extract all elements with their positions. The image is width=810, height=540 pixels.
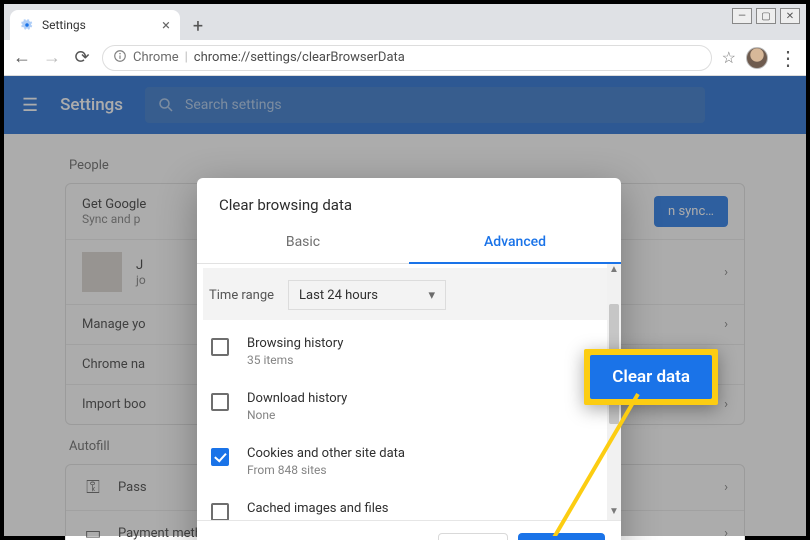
bookmark-star-icon[interactable]: ☆ bbox=[722, 48, 736, 67]
option-sub: None bbox=[247, 408, 347, 422]
checkbox[interactable] bbox=[211, 338, 229, 356]
new-tab-button[interactable]: + bbox=[184, 12, 212, 40]
chevron-down-icon: ▾ bbox=[429, 288, 436, 303]
time-range-select[interactable]: Last 24 hours ▾ bbox=[288, 280, 446, 310]
clear-data-option[interactable]: Download history None bbox=[205, 379, 613, 434]
window-maximize-button[interactable]: ▢ bbox=[756, 8, 776, 24]
browser-menu-icon[interactable]: ⋮ bbox=[778, 53, 798, 63]
scroll-down-icon[interactable]: ▼ bbox=[607, 506, 621, 520]
tab-advanced[interactable]: Advanced bbox=[409, 224, 621, 264]
profile-avatar[interactable] bbox=[746, 47, 768, 69]
browser-tab-settings[interactable]: Settings × bbox=[10, 10, 180, 40]
close-icon[interactable]: × bbox=[162, 16, 170, 34]
option-title: Browsing history bbox=[247, 336, 343, 351]
url-scheme-label: Chrome bbox=[133, 50, 179, 65]
option-sub: Less than 51.1 MB bbox=[247, 518, 388, 520]
url-path: chrome://settings/clearBrowserData bbox=[194, 50, 405, 65]
clear-data-button[interactable]: Clear data bbox=[518, 533, 605, 540]
option-sub: 35 items bbox=[247, 353, 343, 367]
cancel-button[interactable]: Cancel bbox=[438, 533, 508, 540]
option-title: Download history bbox=[247, 391, 347, 406]
clear-data-callout: Clear data bbox=[584, 349, 718, 405]
address-bar: ← → ⟳ Chrome | chrome://settings/clearBr… bbox=[4, 40, 806, 76]
tab-strip: Settings × + bbox=[4, 4, 806, 40]
window-minimize-button[interactable]: — bbox=[732, 8, 752, 24]
checkbox[interactable] bbox=[211, 503, 229, 520]
option-sub: From 848 sites bbox=[247, 463, 405, 477]
clear-data-option[interactable]: Cookies and other site data From 848 site… bbox=[205, 434, 613, 489]
reload-button[interactable]: ⟳ bbox=[72, 47, 92, 68]
gear-icon bbox=[20, 18, 34, 32]
back-button[interactable]: ← bbox=[12, 47, 32, 68]
option-title: Cached images and files bbox=[247, 501, 388, 516]
scroll-up-icon[interactable]: ▲ bbox=[607, 264, 621, 278]
omnibox[interactable]: Chrome | chrome://settings/clearBrowserD… bbox=[102, 45, 712, 71]
checkbox[interactable] bbox=[211, 448, 229, 466]
option-title: Cookies and other site data bbox=[247, 446, 405, 461]
time-range-label: Time range bbox=[205, 288, 274, 303]
time-range-value: Last 24 hours bbox=[299, 288, 378, 303]
forward-button: → bbox=[42, 47, 62, 68]
tab-basic[interactable]: Basic bbox=[197, 224, 409, 264]
clear-data-option[interactable]: Browsing history 35 items bbox=[205, 324, 613, 379]
dialog-title: Clear browsing data bbox=[197, 178, 621, 224]
chrome-info-icon bbox=[113, 49, 127, 67]
clear-browsing-data-dialog: Clear browsing data Basic Advanced Time … bbox=[197, 178, 621, 540]
callout-label: Clear data bbox=[590, 355, 712, 399]
window-close-button[interactable]: ✕ bbox=[780, 8, 800, 24]
tab-title: Settings bbox=[42, 18, 86, 32]
checkbox[interactable] bbox=[211, 393, 229, 411]
clear-data-option[interactable]: Cached images and files Less than 51.1 MB bbox=[205, 489, 613, 520]
